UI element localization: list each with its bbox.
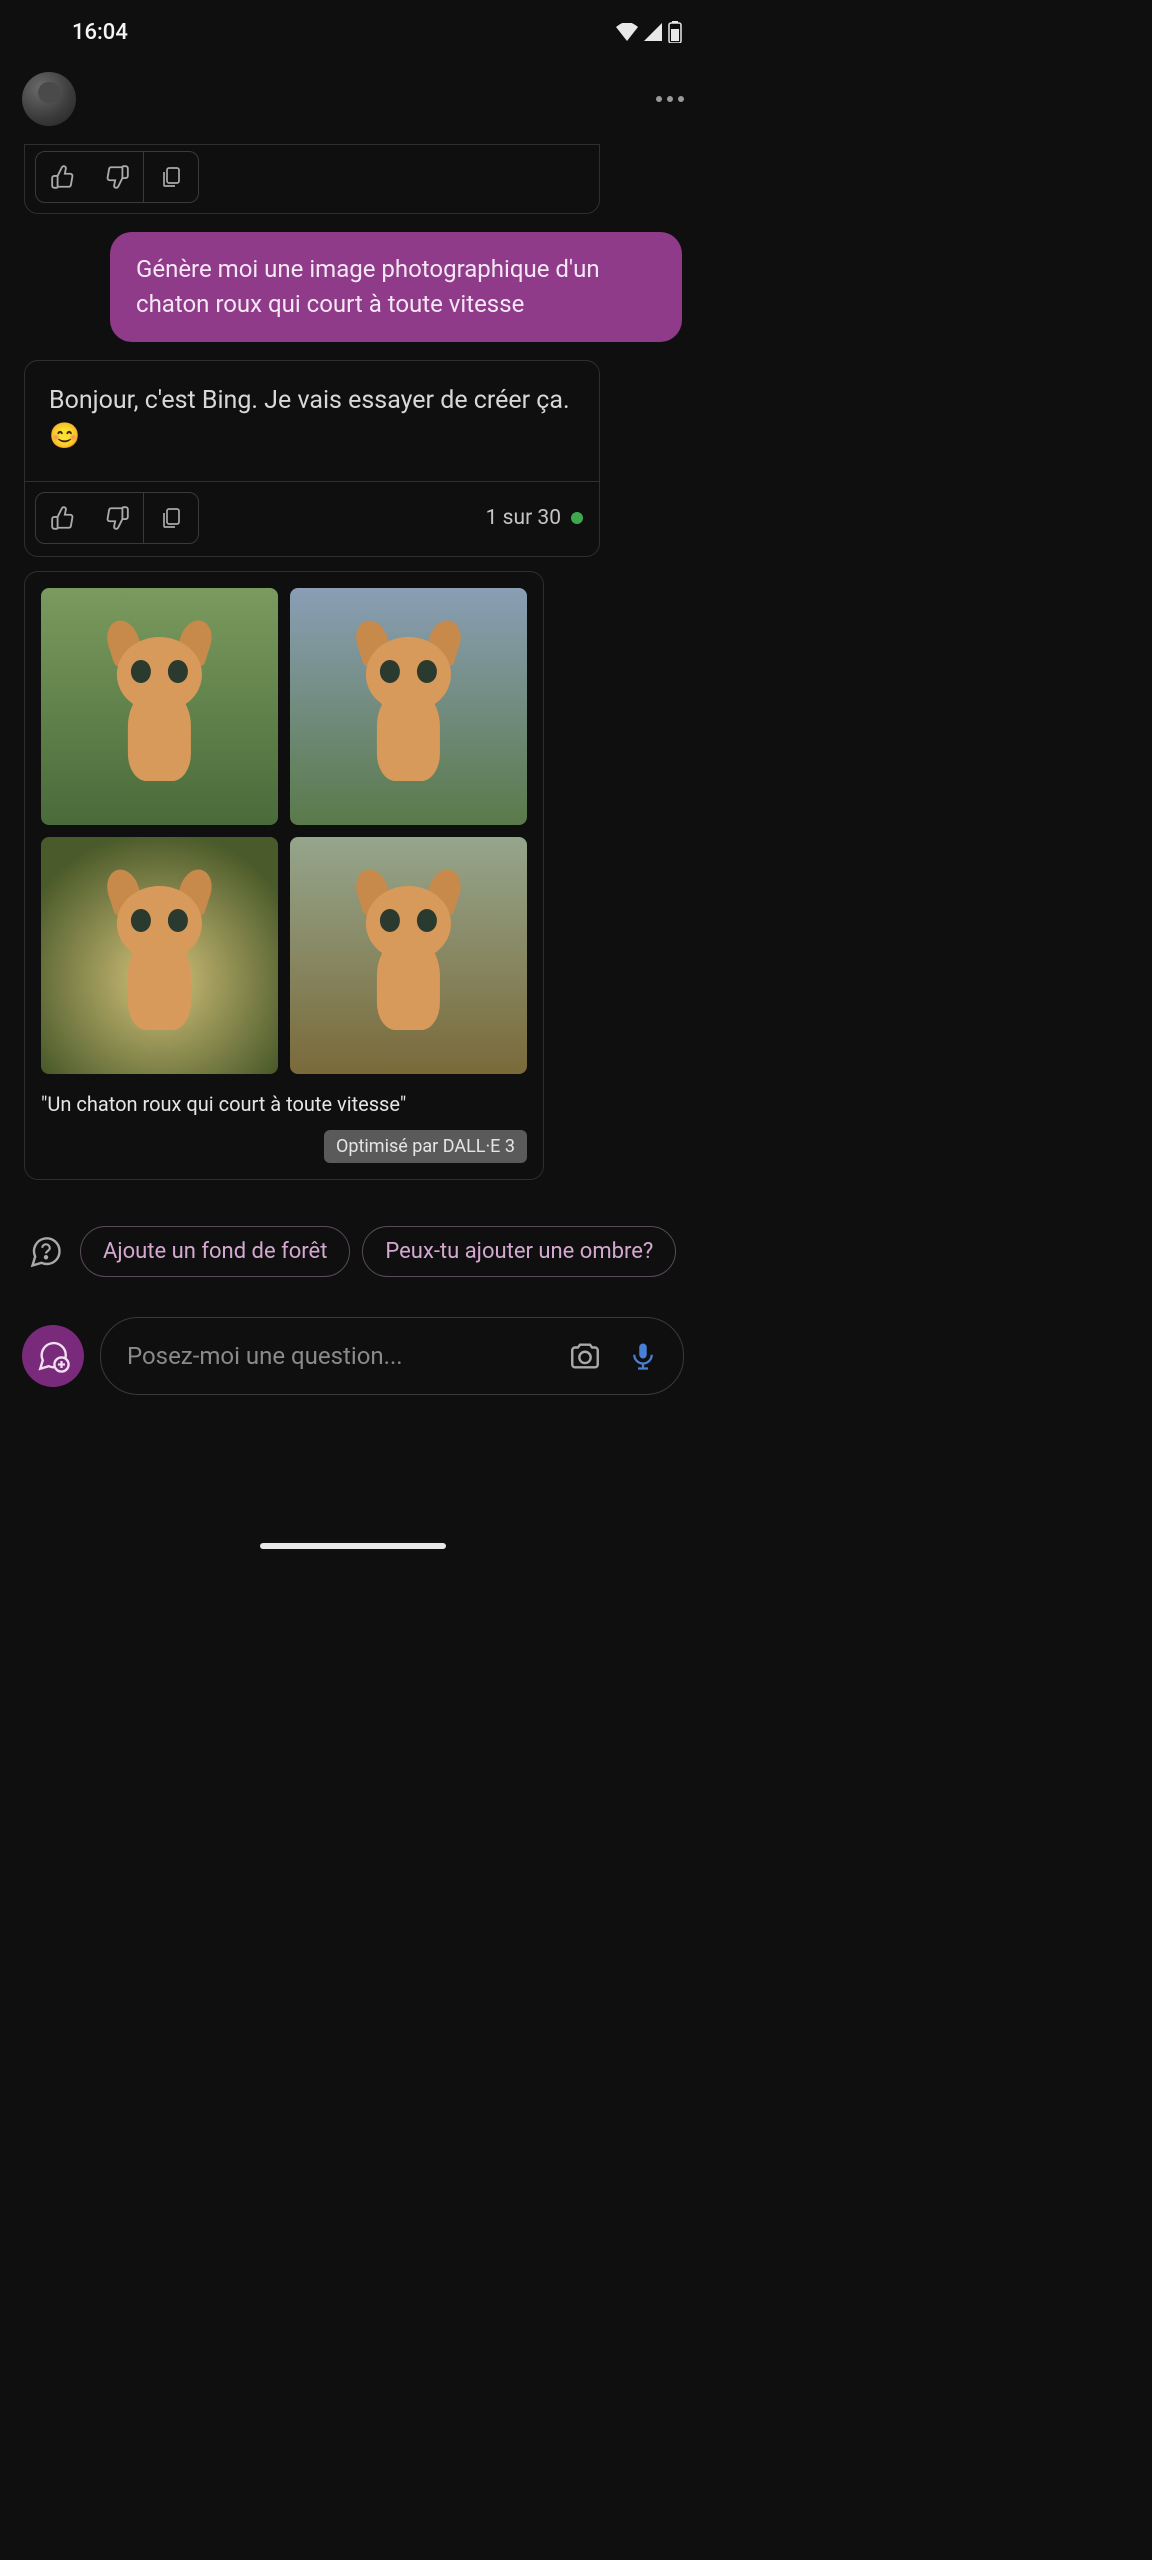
chat-plus-icon [36, 1339, 70, 1373]
dislike-button[interactable] [90, 493, 144, 543]
input-placeholder: Posez-moi une question... [127, 1342, 549, 1370]
image-caption: "Un chaton roux qui court à toute vitess… [41, 1092, 527, 1116]
suggestions-row: Ajoute un fond de forêt Peux-tu ajouter … [0, 1226, 706, 1277]
generated-image-1[interactable] [41, 588, 278, 825]
microphone-icon [628, 1339, 658, 1373]
feedback-group [35, 151, 199, 203]
new-chat-button[interactable] [22, 1325, 84, 1387]
feedback-group [35, 492, 199, 544]
previous-message-footer [24, 144, 600, 214]
status-bar: 16:04 [0, 0, 706, 60]
status-time: 16:04 [72, 20, 128, 45]
thumbs-up-icon [50, 505, 76, 531]
battery-icon [668, 21, 682, 43]
like-button[interactable] [36, 493, 90, 543]
camera-button[interactable] [563, 1334, 607, 1378]
ai-message: Bonjour, c'est Bing. Je vais essayer de … [24, 360, 600, 558]
nav-bar [0, 1524, 706, 1568]
composer: Posez-moi une question... [0, 1317, 706, 1395]
user-message: Génère moi une image photographique d'un… [110, 232, 682, 342]
message-counter-wrap: 1 sur 30 [486, 506, 583, 530]
suggestion-1[interactable]: Ajoute un fond de forêt [80, 1226, 350, 1277]
like-button[interactable] [36, 152, 90, 202]
copy-button[interactable] [144, 152, 198, 202]
header [0, 60, 706, 144]
copy-icon [159, 165, 183, 189]
copy-icon [159, 506, 183, 530]
dislike-button[interactable] [90, 152, 144, 202]
generated-image-2[interactable] [290, 588, 527, 825]
more-menu-icon[interactable] [656, 96, 684, 102]
chat-question-icon [28, 1234, 64, 1270]
message-input[interactable]: Posez-moi une question... [100, 1317, 684, 1395]
ai-message-text: Bonjour, c'est Bing. Je vais essayer de … [25, 361, 599, 482]
user-message-text: Génère moi une image photographique d'un… [136, 255, 600, 318]
generated-image-4[interactable] [290, 837, 527, 1074]
status-dot-icon [571, 512, 583, 524]
cellular-icon [644, 23, 662, 41]
image-grid [41, 588, 527, 1074]
thumbs-down-icon [104, 505, 130, 531]
image-generation-card: "Un chaton roux qui court à toute vitess… [24, 571, 544, 1180]
status-icons [616, 21, 682, 43]
microphone-button[interactable] [621, 1334, 665, 1378]
dalle-badge: Optimisé par DALL·E 3 [324, 1130, 527, 1163]
message-counter: 1 sur 30 [486, 506, 561, 530]
thumbs-down-icon [104, 164, 130, 190]
suggestion-2[interactable]: Peux-tu ajouter une ombre? [362, 1226, 676, 1277]
help-button[interactable] [24, 1230, 68, 1274]
wifi-icon [616, 23, 638, 41]
thumbs-up-icon [50, 164, 76, 190]
camera-icon [568, 1339, 602, 1373]
copy-button[interactable] [144, 493, 198, 543]
avatar[interactable] [22, 72, 76, 126]
generated-image-3[interactable] [41, 837, 278, 1074]
ai-message-footer: 1 sur 30 [25, 481, 599, 556]
home-indicator[interactable] [260, 1543, 446, 1549]
